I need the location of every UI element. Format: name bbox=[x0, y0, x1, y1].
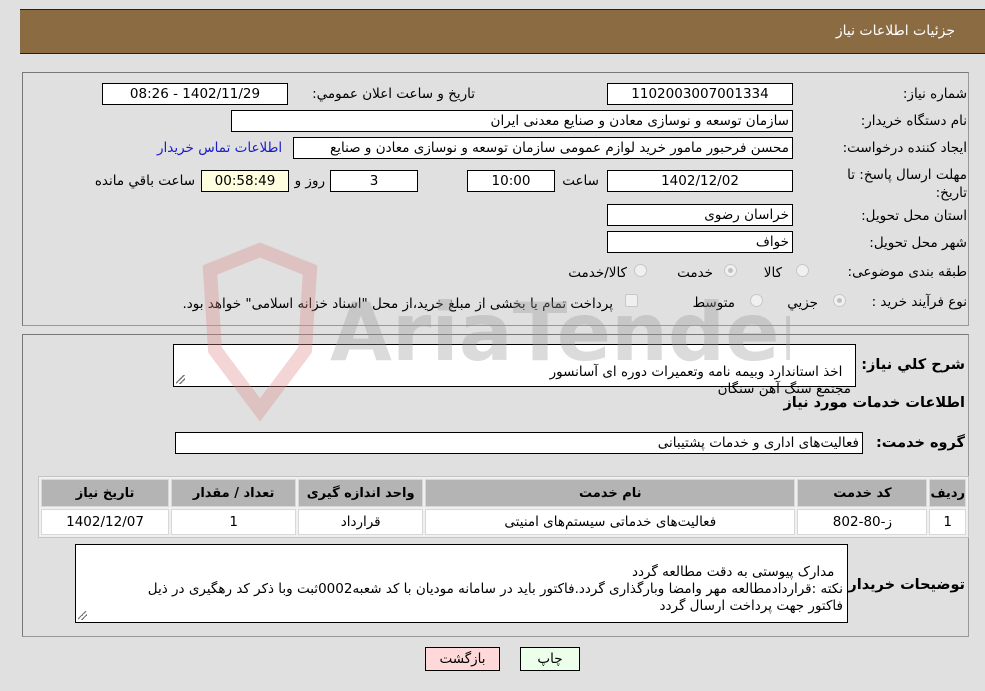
service-group-label: گروه خدمت: bbox=[875, 435, 965, 451]
table-row: 1 ز-80-802 فعالیت‌های خدماتی سیستم‌های ا… bbox=[41, 509, 966, 535]
page-header: جزئیات اطلاعات نیاز bbox=[20, 9, 985, 54]
buyer-notes-label: توضیحات خریدار: bbox=[842, 577, 965, 593]
requester-field: محسن فرحبور مامور خرید لوازم عمومی سازما… bbox=[293, 137, 793, 159]
announce-datetime-label: تاريخ و ساعت اعلان عمومي: bbox=[312, 86, 475, 102]
remaining-time-field: 00:58:49 bbox=[201, 170, 289, 192]
deadline-time-field: 10:00 bbox=[467, 170, 555, 192]
category-option-service: خدمت bbox=[677, 265, 713, 281]
days-label: روز و bbox=[294, 173, 325, 189]
purchase-type-radio-medium[interactable] bbox=[750, 294, 763, 307]
description-label: شرح کلي نياز: bbox=[861, 357, 965, 373]
cell-unit: قرارداد bbox=[298, 509, 424, 535]
services-heading: اطلاعات خدمات مورد نیاز bbox=[783, 395, 965, 411]
print-button[interactable]: چاپ bbox=[520, 647, 580, 671]
need-number-label: شماره نیاز: bbox=[902, 86, 967, 102]
category-radio-service[interactable] bbox=[724, 264, 737, 277]
requester-label: ایجاد کننده درخواست: bbox=[842, 140, 967, 156]
category-label: طبقه بندی موضوعی: bbox=[847, 264, 967, 280]
category-option-goods-service: کالا/خدمت bbox=[568, 265, 627, 281]
table-header-row: ردیف کد خدمت نام خدمت واحد اندازه گیری ت… bbox=[41, 479, 966, 507]
deadline-time-label: ساعت bbox=[562, 173, 599, 189]
col-header-row-number: ردیف bbox=[929, 479, 966, 507]
cell-row-number: 1 bbox=[929, 509, 966, 535]
col-header-unit: واحد اندازه گیری bbox=[298, 479, 424, 507]
col-header-need-date: تاریخ نیاز bbox=[41, 479, 170, 507]
cell-service-name: فعالیت‌های خدماتی سیستم‌های امنیتی bbox=[425, 509, 796, 535]
treasury-bonds-checkbox[interactable] bbox=[625, 294, 638, 307]
resize-grip-icon[interactable] bbox=[78, 611, 87, 620]
buyer-contact-link[interactable]: اطلاعات تماس خریدار bbox=[157, 140, 282, 156]
deadline-date-field: 1402/12/02 bbox=[607, 170, 793, 192]
resize-grip-icon[interactable] bbox=[176, 375, 185, 384]
city-label: شهر محل تحویل: bbox=[869, 235, 967, 251]
province-field: خراسان رضوی bbox=[607, 204, 793, 226]
city-field: خواف bbox=[607, 231, 793, 253]
category-option-goods: کالا bbox=[763, 265, 782, 281]
cell-service-code: ز-80-802 bbox=[797, 509, 928, 535]
treasury-bonds-note: پرداخت تمام یا بخشی از مبلغ خرید،از محل … bbox=[182, 296, 613, 312]
col-header-service-name: نام خدمت bbox=[425, 479, 796, 507]
remaining-time-label: ساعت باقي مانده bbox=[94, 173, 195, 189]
buyer-notes-textarea[interactable]: مدارک پیوستی به دقت مطالعه گردد نکته :قر… bbox=[75, 544, 848, 623]
buyer-org-field: سازمان توسعه و نوسازی معادن و صنایع معدن… bbox=[231, 110, 793, 132]
category-radio-goods[interactable] bbox=[796, 264, 809, 277]
description-textarea[interactable]: اخذ استاندارد وبیمه نامه وتعمیرات دوره ا… bbox=[173, 344, 856, 397]
cell-quantity: 1 bbox=[171, 509, 297, 535]
purchase-type-option-medium: متوسط bbox=[692, 295, 735, 311]
remaining-days-field: 3 bbox=[330, 170, 418, 192]
cell-need-date: 1402/12/07 bbox=[41, 509, 170, 535]
purchase-type-option-minor: جزيي bbox=[787, 295, 818, 311]
purchase-type-label: نوع فرآیند خرید : bbox=[871, 294, 967, 310]
col-header-quantity: تعداد / مقدار bbox=[171, 479, 297, 507]
col-header-service-code: کد خدمت bbox=[797, 479, 928, 507]
service-group-field: فعالیت‌های اداری و خدمات پشتیبانی bbox=[175, 432, 863, 454]
category-radio-goods-service[interactable] bbox=[634, 264, 647, 277]
need-number-field: 1102003007001334 bbox=[607, 83, 793, 105]
page-title: جزئیات اطلاعات نیاز bbox=[835, 23, 955, 39]
services-table: ردیف کد خدمت نام خدمت واحد اندازه گیری ت… bbox=[38, 476, 969, 538]
announce-datetime-field: 1402/11/29 - 08:26 bbox=[102, 83, 288, 105]
buyer-org-label: نام دستگاه خریدار: bbox=[860, 113, 967, 129]
back-button[interactable]: بازگشت bbox=[425, 647, 500, 671]
purchase-type-radio-minor[interactable] bbox=[833, 294, 846, 307]
deadline-label: مهلت ارسال پاسخ: تا تاریخ: bbox=[847, 167, 967, 201]
buyer-notes-text: مدارک پیوستی به دقت مطالعه گردد نکته :قر… bbox=[147, 564, 843, 614]
province-label: استان محل تحویل: bbox=[861, 208, 967, 224]
